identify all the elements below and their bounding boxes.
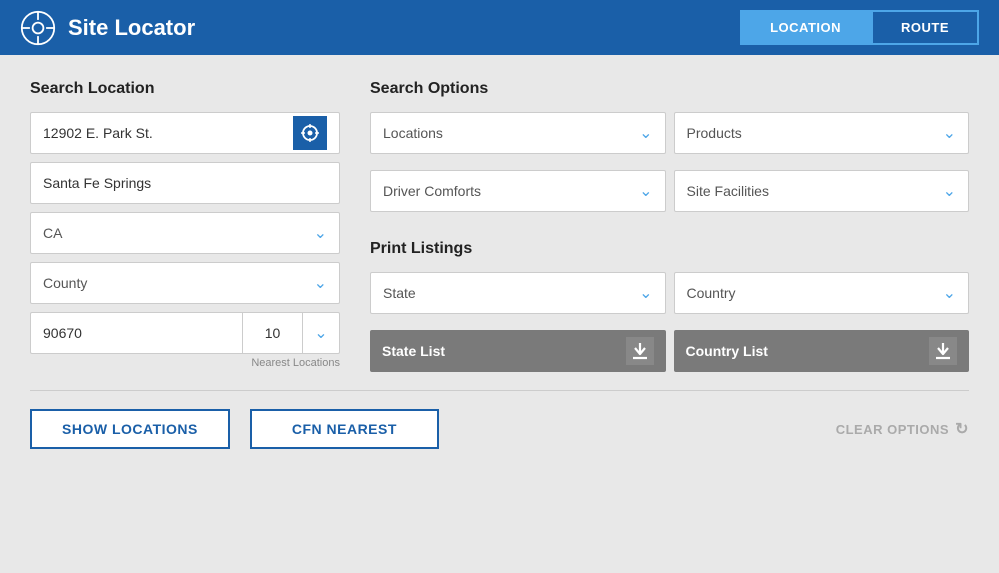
state-list-button[interactable]: State List: [370, 330, 666, 372]
location-button[interactable]: LOCATION: [740, 10, 871, 45]
products-chevron-icon: ⌄: [943, 123, 956, 143]
geolocate-button[interactable]: [293, 116, 327, 150]
clear-options-button[interactable]: CLEAR OPTIONS ↻: [836, 419, 969, 439]
target-icon: [300, 123, 320, 143]
state-print-chevron-icon: ⌄: [639, 283, 652, 303]
locations-chevron-icon: ⌄: [639, 123, 652, 143]
cfn-nearest-button[interactable]: CFN NEAREST: [250, 409, 439, 449]
country-print-label: Country: [687, 285, 736, 301]
refresh-icon: ↻: [955, 419, 969, 439]
clear-options-label: CLEAR OPTIONS: [836, 422, 949, 437]
state-chevron-icon: ⌄: [314, 223, 327, 243]
city-input[interactable]: [43, 175, 327, 191]
driver-comforts-chevron-icon: ⌄: [639, 181, 652, 201]
zip-nearest-row: ⌄: [30, 312, 340, 354]
print-listings-title: Print Listings: [370, 240, 969, 258]
search-options-title: Search Options: [370, 80, 969, 98]
show-locations-button[interactable]: SHOW LOCATIONS: [30, 409, 230, 449]
zip-nearest-container: ⌄ Nearest Locations: [30, 312, 340, 369]
logo-group: Site Locator: [20, 10, 195, 46]
state-print-label: State: [383, 285, 416, 301]
driver-comforts-select[interactable]: Driver Comforts ⌄: [370, 170, 666, 212]
county-chevron-icon: ⌄: [314, 273, 327, 293]
city-field-wrapper: [30, 162, 340, 204]
divider: [30, 390, 969, 391]
nearest-chevron-icon[interactable]: ⌄: [302, 312, 340, 354]
country-print-select[interactable]: Country ⌄: [674, 272, 970, 314]
route-button[interactable]: ROUTE: [871, 10, 979, 45]
site-facilities-chevron-icon: ⌄: [943, 181, 956, 201]
site-facilities-label: Site Facilities: [687, 183, 769, 199]
state-list-download-icon: [626, 337, 654, 365]
locations-select[interactable]: Locations ⌄: [370, 112, 666, 154]
address-field-wrapper: [30, 112, 340, 154]
address-input[interactable]: [43, 125, 285, 141]
country-list-label: Country List: [686, 343, 768, 359]
state-print-select[interactable]: State ⌄: [370, 272, 666, 314]
header-nav-buttons: LOCATION ROUTE: [740, 10, 979, 45]
main-content: Search Location: [0, 55, 999, 469]
country-print-chevron-icon: ⌄: [943, 283, 956, 303]
search-location-panel: Search Location: [30, 80, 340, 372]
state-value: CA: [43, 225, 62, 241]
print-listings-section: Print Listings State ⌄ Country ⌄ State L…: [370, 240, 969, 372]
nearest-locations-label: Nearest Locations: [30, 357, 340, 369]
locations-label: Locations: [383, 125, 443, 141]
country-list-button[interactable]: Country List: [674, 330, 970, 372]
country-list-download-icon: [929, 337, 957, 365]
products-select[interactable]: Products ⌄: [674, 112, 970, 154]
driver-comforts-label: Driver Comforts: [383, 183, 481, 199]
state-list-label: State List: [382, 343, 445, 359]
state-select[interactable]: CA ⌄: [30, 212, 340, 254]
site-locator-icon: [20, 10, 56, 46]
search-location-title: Search Location: [30, 80, 340, 98]
bottom-actions-row: SHOW LOCATIONS CFN NEAREST CLEAR OPTIONS…: [30, 409, 969, 449]
header: Site Locator LOCATION ROUTE: [0, 0, 999, 55]
options-grid: Locations ⌄ Products ⌄ Driver Comforts ⌄…: [370, 112, 969, 220]
site-facilities-select[interactable]: Site Facilities ⌄: [674, 170, 970, 212]
county-select[interactable]: County ⌄: [30, 262, 340, 304]
app-title: Site Locator: [68, 15, 195, 41]
two-column-layout: Search Location: [30, 80, 969, 372]
nearest-number-input[interactable]: [242, 312, 302, 354]
zip-input[interactable]: [30, 312, 242, 354]
county-placeholder: County: [43, 275, 87, 291]
products-label: Products: [687, 125, 742, 141]
search-options-panel: Search Options Locations ⌄ Products ⌄ Dr…: [370, 80, 969, 372]
print-listings-grid: State ⌄ Country ⌄ State List: [370, 272, 969, 372]
